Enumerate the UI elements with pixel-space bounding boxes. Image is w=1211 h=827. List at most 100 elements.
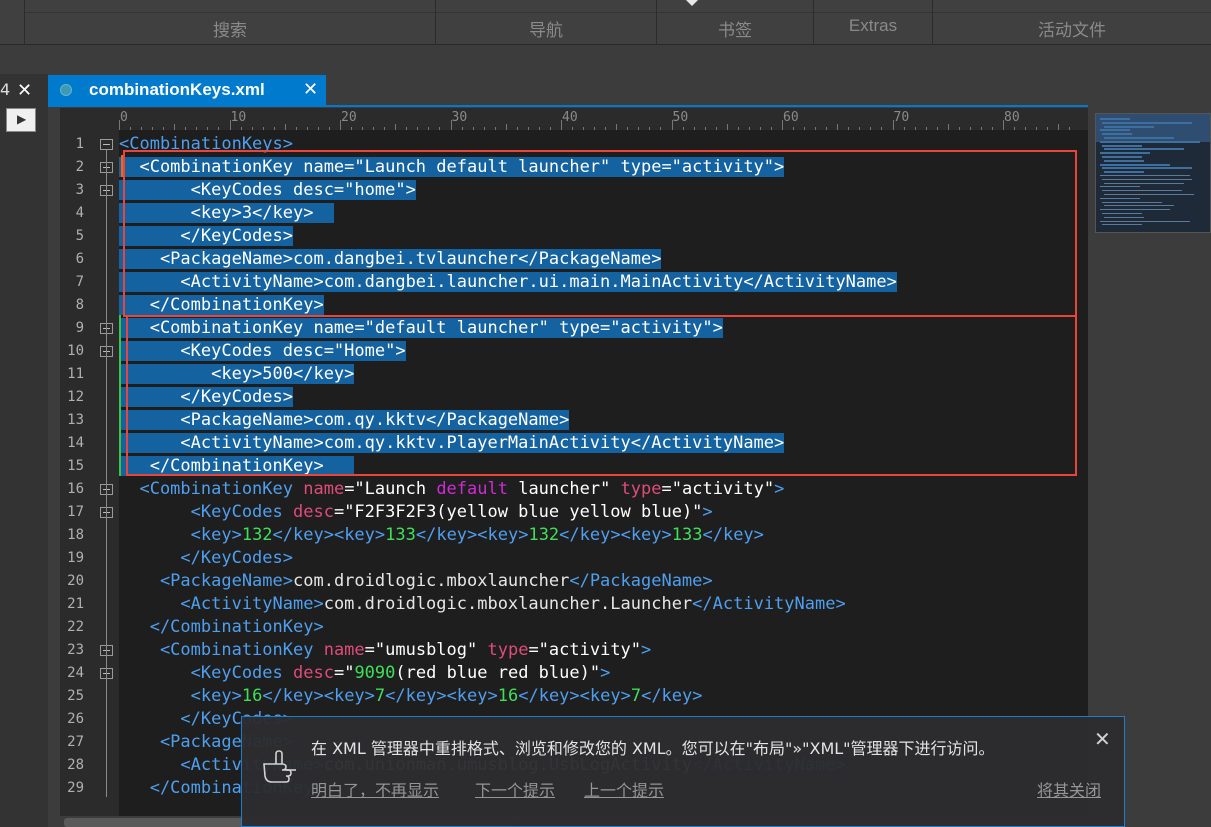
code-token: com.droidlogic.mboxlauncher [293, 571, 570, 591]
code-token: type [487, 640, 529, 660]
minimap-line [1102, 133, 1132, 136]
minimap-line [1102, 121, 1192, 124]
code-token: 7 [374, 686, 386, 706]
code-line[interactable]: <CombinationKey name="Launch default lau… [119, 478, 1088, 501]
minimap-line [1100, 140, 1200, 143]
code-token: </CombinationKey> [119, 617, 324, 637]
ruler-label: 60 [783, 110, 799, 125]
code-token: 16 [497, 686, 519, 706]
code-token: </key> [641, 686, 703, 706]
code-line[interactable]: <KeyCodes desc="F2F3F2F3(yellow blue yel… [119, 501, 1088, 524]
code-token: </ActivityName> [692, 594, 846, 614]
code-token: <KeyCodes [119, 502, 293, 522]
minimap-line [1100, 163, 1170, 166]
ruler-label: 80 [1004, 110, 1020, 125]
code-token: </key> [702, 525, 764, 545]
ruler-label: 0 [120, 110, 128, 125]
editor-tab-title: combinationKeys.xml [89, 80, 265, 99]
toolbar-tab-active-files[interactable]: 活动文件 [932, 0, 1211, 44]
line-number: 26 [67, 711, 84, 727]
line-number: 9 [75, 320, 84, 336]
panel-expand-button[interactable]: ▶ [6, 108, 36, 132]
code-token: </key><key> [262, 686, 375, 706]
code-token: </key><key> [559, 525, 672, 545]
tip-close-link[interactable]: 将其关闭 [1037, 777, 1101, 801]
toolbar-tab-label: Extras [848, 16, 898, 35]
code-token: desc [293, 663, 334, 683]
left-panel: 4 ✕ ▶ [0, 74, 48, 827]
minimap-line [1102, 201, 1162, 203]
code-line[interactable]: <KeyCodes desc="9090(red blue red blue)"… [119, 662, 1088, 685]
code-token: 7 [630, 686, 642, 706]
minimap-line [1104, 182, 1184, 184]
line-number: 8 [75, 297, 84, 313]
line-number: 16 [67, 481, 84, 497]
code-line[interactable]: <PackageName>com.droidlogic.mboxlauncher… [119, 570, 1088, 593]
minimap-line [1104, 159, 1144, 162]
editor-tab-combinationkeys[interactable]: combinationKeys.xml ✕ [48, 75, 326, 105]
minimap-line [1104, 171, 1144, 174]
dropdown-caret-icon[interactable] [686, 0, 698, 6]
code-token: <key> [119, 525, 242, 545]
code-token: </PackageName> [569, 571, 713, 591]
panel-number: 4 [0, 80, 11, 99]
annotation-box-2 [126, 315, 1077, 476]
panel-close-icon[interactable]: ✕ [17, 80, 32, 101]
code-line[interactable]: <ActivityName>com.droidlogic.mboxlaunche… [119, 593, 1088, 616]
minimap-line [1100, 118, 1130, 120]
pointing-hand-icon [262, 748, 302, 784]
code-token: desc [293, 502, 334, 522]
code-token: > [641, 640, 652, 660]
ruler-label: 20 [341, 110, 357, 125]
toolbar-tab-extras[interactable]: Extras [813, 0, 932, 44]
code-token: type [620, 479, 662, 499]
tab-close-icon[interactable]: ✕ [303, 79, 318, 100]
code-token: 133 [385, 525, 416, 545]
fold-guide-line [106, 150, 107, 797]
tip-prev-link[interactable]: 上一个提示 [584, 777, 664, 801]
line-number: 17 [67, 504, 84, 520]
toolbar-tab-navigation[interactable]: 导航 [435, 0, 656, 44]
code-token: <PackageName> [119, 571, 293, 591]
minimap[interactable] [1095, 113, 1211, 233]
change-marker [119, 315, 121, 476]
toolbar-tab-label: 导航 [529, 21, 563, 40]
code-token: 132 [528, 525, 560, 545]
code-token: 133 [671, 525, 703, 545]
minimap-line [1100, 209, 1170, 211]
code-line[interactable]: <key>132</key><key>133</key><key>132</ke… [119, 524, 1088, 547]
line-number: 29 [67, 780, 84, 796]
tip-next-link[interactable]: 下一个提示 [475, 777, 555, 801]
tip-close-icon[interactable]: ✕ [1094, 727, 1111, 751]
code-line[interactable]: <CombinationKey name="umusblog" type="ac… [119, 639, 1088, 662]
code-token: 132 [241, 525, 273, 545]
minimap-line [1102, 178, 1192, 180]
code-token: 16 [241, 686, 263, 706]
minimap-line [1104, 137, 1174, 139]
line-number: 18 [67, 527, 84, 543]
fold-toggle-icon[interactable] [100, 139, 113, 150]
line-number: 14 [67, 435, 84, 451]
line-number: 10 [67, 343, 84, 359]
tip-dismiss-link[interactable]: 明白了，不再显示 [311, 777, 439, 801]
code-token: > [702, 502, 713, 522]
line-number: 22 [67, 619, 84, 635]
minimap-line [1104, 125, 1154, 128]
code-token: </key><key> [415, 525, 529, 545]
line-number: 21 [67, 596, 84, 612]
code-line[interactable]: </KeyCodes> [119, 547, 1088, 570]
code-token: <KeyCodes [119, 663, 293, 683]
toolbar-tab-search[interactable]: 搜索 [24, 0, 435, 44]
code-line[interactable]: </CombinationKey> [119, 616, 1088, 639]
toolbar-tab-label: 书签 [718, 21, 752, 40]
line-number: 6 [75, 251, 84, 267]
toolbar-tab-bookmarks[interactable]: 书签 [656, 0, 813, 44]
line-number: 19 [67, 550, 84, 566]
code-token: ="activity" [528, 640, 642, 660]
code-token: name [303, 479, 345, 499]
code-token: =" [333, 663, 355, 683]
code-line[interactable]: <key>16</key><key>7</key><key>16</key><k… [119, 685, 1088, 708]
minimap-line [1102, 224, 1142, 226]
toolbar-tab-label: 活动文件 [1038, 21, 1106, 40]
line-number: 12 [67, 389, 84, 405]
